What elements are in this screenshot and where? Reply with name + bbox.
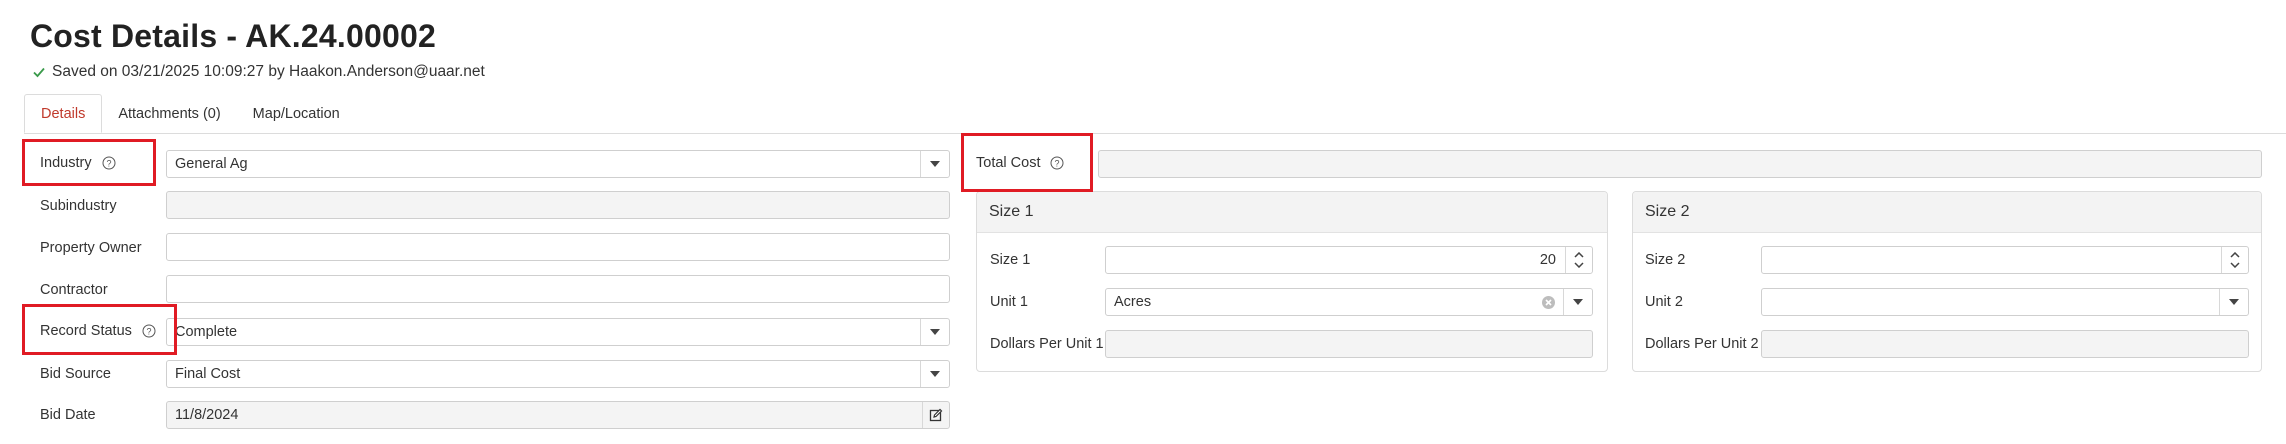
subindustry-field[interactable] [166, 191, 950, 219]
bid-source-value: Final Cost [175, 366, 241, 382]
clear-icon[interactable] [1541, 295, 1556, 310]
chevron-down-icon[interactable] [920, 151, 949, 177]
size1-stepper[interactable]: 20 [1105, 246, 1593, 274]
subindustry-label: Subindustry [40, 198, 117, 214]
size2-panel-header: Size 2 [1633, 192, 2261, 233]
highlight-box-record-status [22, 304, 177, 355]
contractor-field[interactable] [166, 275, 950, 303]
chevron-down-icon[interactable] [2219, 289, 2248, 315]
bid-date-field[interactable]: 11/8/2024 [166, 401, 950, 429]
chevron-down-icon[interactable] [2230, 262, 2240, 268]
tab-map-location[interactable]: Map/Location [237, 95, 356, 133]
property-owner-label: Property Owner [40, 240, 142, 256]
highlight-box-total-cost [961, 133, 1093, 192]
stepper-controls[interactable] [2221, 247, 2248, 273]
chevron-down-icon[interactable] [920, 319, 949, 345]
unit1-select[interactable]: Acres [1105, 288, 1593, 316]
dollars-per-unit2-field[interactable] [1761, 330, 2249, 358]
unit1-label: Unit 1 [990, 294, 1028, 310]
size1-label: Size 1 [990, 252, 1031, 268]
size1-panel-title: Size 1 [989, 203, 1034, 220]
size1-panel-header: Size 1 [977, 192, 1607, 233]
record-status-select[interactable]: Complete [166, 318, 950, 346]
dollars-per-unit2-label: Dollars Per Unit 2 [1645, 336, 1759, 352]
size1-value: 20 [1539, 252, 1556, 268]
contractor-label: Contractor [40, 282, 108, 298]
chevron-down-icon[interactable] [1574, 262, 1584, 268]
page-title: Cost Details - AK.24.00002 [30, 18, 436, 54]
size2-stepper[interactable] [1761, 246, 2249, 274]
industry-select[interactable]: General Ag [166, 150, 950, 178]
property-owner-field[interactable] [166, 233, 950, 261]
chevron-up-icon[interactable] [2230, 252, 2240, 258]
edit-icon[interactable] [922, 402, 949, 428]
bid-source-label: Bid Source [40, 366, 111, 382]
tab-attachments[interactable]: Attachments (0) [102, 95, 236, 133]
total-cost-field[interactable] [1098, 150, 2262, 178]
saved-status: Saved on 03/21/2025 10:09:27 by Haakon.A… [32, 63, 485, 81]
chevron-down-icon[interactable] [920, 361, 949, 387]
unit2-label: Unit 2 [1645, 294, 1683, 310]
size2-panel-title: Size 2 [1645, 203, 1690, 220]
unit1-value: Acres [1114, 294, 1152, 310]
check-icon [33, 67, 45, 78]
bid-date-value: 11/8/2024 [175, 407, 239, 423]
highlight-box-industry [22, 139, 156, 186]
tab-details[interactable]: Details [24, 94, 103, 133]
saved-status-text: Saved on 03/21/2025 10:09:27 by Haakon.A… [52, 63, 485, 80]
tab-bar: Details Attachments (0) Map/Location [24, 94, 356, 133]
size2-label: Size 2 [1645, 252, 1686, 268]
unit2-select[interactable] [1761, 288, 2249, 316]
industry-value: General Ag [175, 156, 248, 172]
tab-divider [24, 133, 2286, 134]
bid-source-select[interactable]: Final Cost [166, 360, 950, 388]
chevron-down-icon[interactable] [1563, 289, 1592, 315]
dollars-per-unit1-field[interactable] [1105, 330, 1593, 358]
bid-date-label: Bid Date [40, 407, 96, 423]
chevron-up-icon[interactable] [1574, 252, 1584, 258]
dollars-per-unit1-label: Dollars Per Unit 1 [990, 336, 1104, 352]
stepper-controls[interactable] [1565, 247, 1592, 273]
record-status-value: Complete [175, 324, 238, 340]
